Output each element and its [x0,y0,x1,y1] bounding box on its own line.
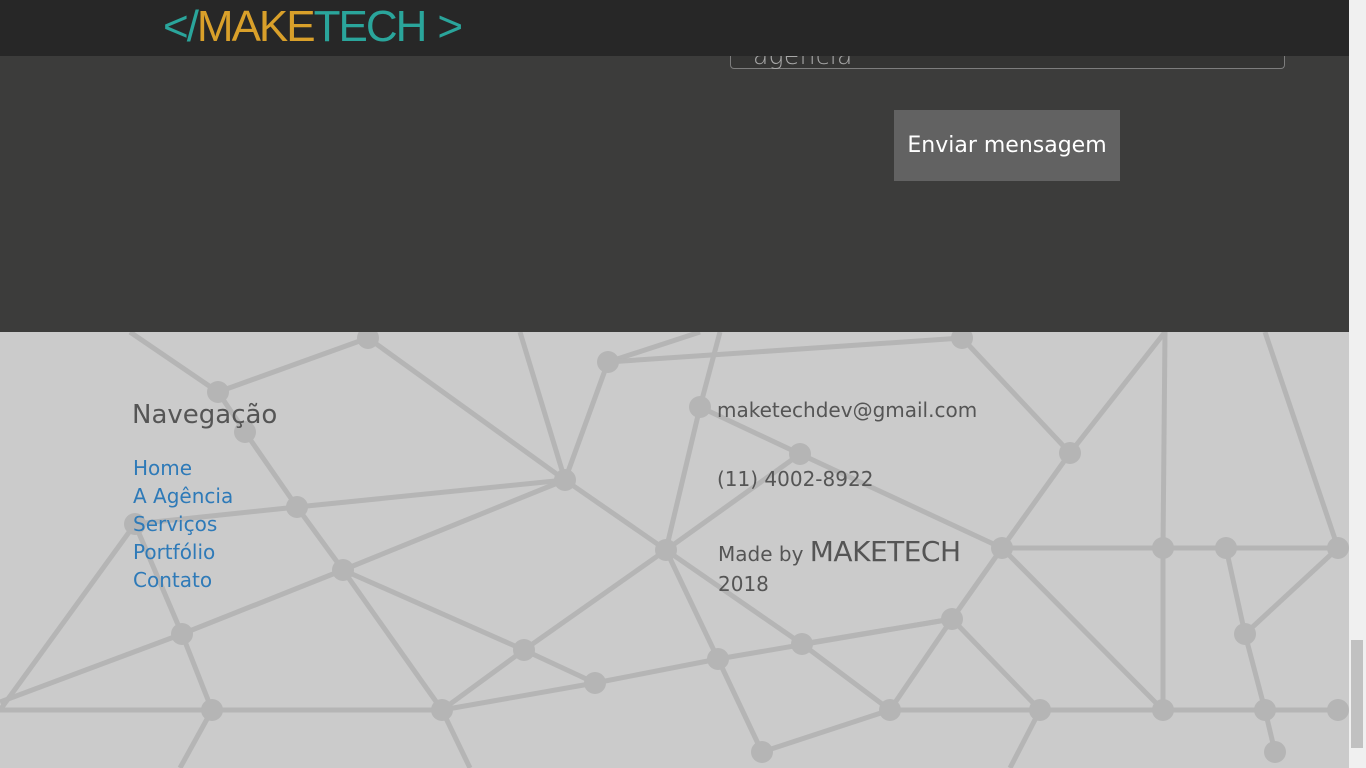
footer-credit: Made by MAKETECH [718,535,961,568]
scrollbar-thumb[interactable] [1351,640,1363,748]
page-scrollbar[interactable] [1349,0,1366,768]
footer-link-servicos[interactable]: Serviços [133,510,233,538]
logo-close-bracket: > [437,2,463,51]
footer-link-agencia[interactable]: A Agência [133,482,233,510]
credit-made-by: Made by [718,542,804,566]
footer-phone: (11) 4002-8922 [717,467,874,491]
site-footer: Navegação Home A Agência Serviços Portfó… [0,332,1349,768]
footer-email: maketechdev@gmail.com [717,398,978,422]
site-header: </ MAKE TECH > [0,0,1349,56]
footer-nav-links: Home A Agência Serviços Portfólio Contat… [133,454,233,594]
footer-link-portfolio[interactable]: Portfólio [133,538,233,566]
footer-link-home[interactable]: Home [133,454,233,482]
logo-make: MAKE [196,2,316,51]
logo-open-bracket: </ [163,2,199,51]
contact-section [0,56,1349,332]
credit-brand: MAKETECH [809,535,961,568]
footer-link-contato[interactable]: Contato [133,566,233,594]
logo-tech: TECH [313,2,428,51]
site-logo[interactable]: </ MAKE TECH > [163,2,463,51]
footer-nav-title: Navegação [132,400,278,430]
send-message-button[interactable]: Enviar mensagem [894,110,1120,181]
footer-year: 2018 [718,572,769,596]
